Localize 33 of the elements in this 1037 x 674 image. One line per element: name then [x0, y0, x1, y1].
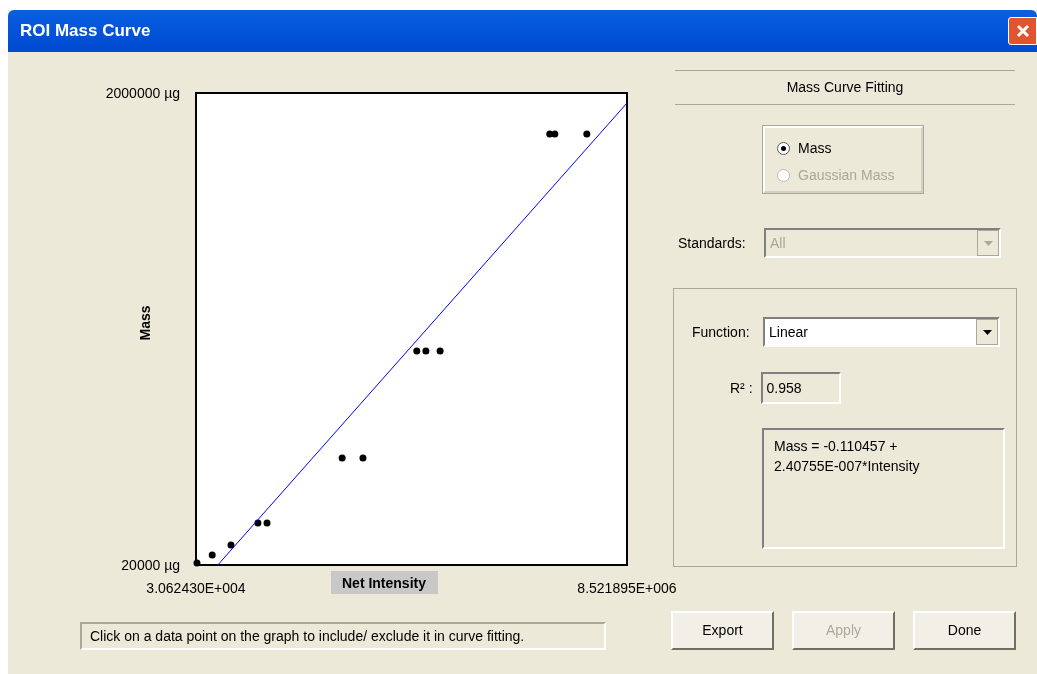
data-point[interactable] — [583, 130, 591, 138]
window-title: ROI Mass Curve — [20, 20, 151, 43]
radio-option[interactable]: Mass — [777, 138, 921, 159]
function-dropdown[interactable]: Linear — [763, 317, 1000, 347]
data-point[interactable] — [413, 347, 421, 355]
y-tick-label: 2000000 µg — [105, 85, 180, 101]
equation-text: Mass = -0.110457 + 2.40755E-007*Intensity — [762, 428, 1005, 549]
data-point[interactable] — [359, 454, 367, 462]
standards-label: Standards: — [678, 233, 747, 253]
y-axis-title: Mass — [137, 305, 153, 341]
data-point[interactable] — [422, 347, 430, 355]
data-point[interactable] — [436, 347, 444, 355]
x-tick-label: 3.062430E+004 — [146, 580, 246, 596]
function-label: Function: — [692, 322, 751, 342]
close-button[interactable] — [1008, 17, 1037, 45]
x-axis-title: Net Intensity — [341, 575, 427, 591]
data-point[interactable] — [254, 519, 262, 527]
r-squared-field: 0.958 — [760, 372, 841, 404]
x-axis-title: Net Intensity — [331, 571, 438, 594]
close-icon — [1014, 23, 1031, 39]
y-tick-label: 20000 µg — [121, 557, 180, 573]
dialog-button[interactable]: Export — [671, 611, 774, 650]
status-message: Click on a data point on the graph to include/ exclude it in curve fitting. — [80, 622, 606, 650]
data-point[interactable] — [208, 551, 216, 559]
dialog-button[interactable]: Done — [913, 611, 1016, 650]
data-point[interactable] — [338, 454, 346, 462]
x-tick-label: 8.521895E+006 — [577, 580, 677, 596]
section-title: Mass Curve Fitting — [786, 78, 904, 97]
data-point[interactable] — [227, 541, 235, 549]
data-point[interactable] — [551, 130, 559, 138]
data-point[interactable] — [263, 519, 271, 527]
r-squared-label: R² : — [730, 378, 753, 398]
data-point[interactable] — [193, 559, 201, 567]
